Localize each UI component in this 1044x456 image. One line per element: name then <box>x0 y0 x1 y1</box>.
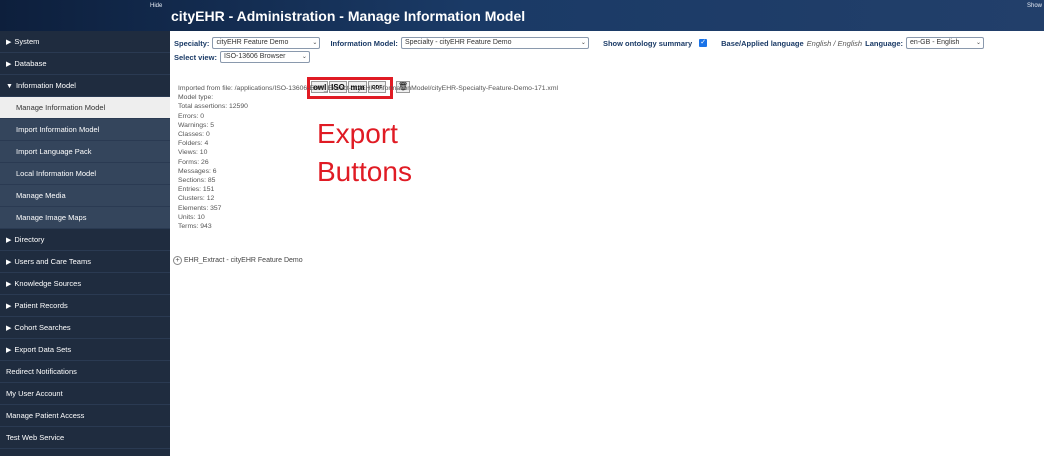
sidebar-item-manage-information-model[interactable]: Manage Information Model <box>0 97 170 119</box>
sidebar-nav: ▶ System ▶ Database ▼ Information Model Manage… <box>0 31 170 456</box>
summary-line: Entries: 151 <box>178 186 215 194</box>
model-summary: Imported from file: /applications/ISO-13… <box>178 84 558 231</box>
sidebar-item-label: Import Language Pack <box>16 147 92 156</box>
sidebar-item-system[interactable]: ▶ System <box>0 31 170 53</box>
sidebar-item-label: Directory <box>14 235 45 244</box>
main-content: Specialty: cityEHR Feature Demo ⌄ Inform… <box>170 31 1044 456</box>
triangle-right-icon: ▶ <box>6 61 12 68</box>
summary-line: Errors: 0 <box>178 112 205 120</box>
chevron-down-icon: ⌄ <box>976 40 982 46</box>
summary-line: Terms: 943 <box>178 223 212 231</box>
sidebar-item-local-information-model[interactable]: Local Information Model <box>0 163 170 185</box>
specialty-select-value: cityEHR Feature Demo <box>216 39 289 46</box>
sidebar-item-export-data-sets[interactable]: ▶ Export Data Sets <box>0 339 170 361</box>
app-header: Hide cityEHR - Administration - Manage I… <box>0 0 1044 31</box>
sidebar-item-knowledge-sources[interactable]: ▶ Knowledge Sources <box>0 273 170 295</box>
triangle-right-icon: ▶ <box>6 347 12 354</box>
language-select-value: en-GB - English <box>910 39 960 46</box>
view-select-value: ISO-13606 Browser <box>223 53 286 60</box>
sidebar-item-manage-patient-access[interactable]: Manage Patient Access <box>0 405 170 427</box>
sidebar-item-label: Test Web Service <box>6 433 65 442</box>
sidebar-item-label: System <box>14 37 40 46</box>
language-label: Base/Applied language <box>721 38 804 48</box>
sidebar-item-label: Import Information Model <box>16 125 100 134</box>
summary-line: Classes: 0 <box>178 131 210 139</box>
sidebar-item-manage-media[interactable]: Manage Media <box>0 185 170 207</box>
triangle-right-icon: ▶ <box>6 325 12 332</box>
hide-sidebar-link[interactable]: Hide <box>150 3 162 9</box>
expand-plus-icon[interactable]: + <box>173 256 182 265</box>
summary-line: Total assertions: 12590 <box>178 103 248 111</box>
chevron-down-icon: ⌄ <box>312 40 318 46</box>
sidebar-item-information-model[interactable]: ▼ Information Model <box>0 75 170 97</box>
sidebar-item-label: Manage Patient Access <box>6 411 85 420</box>
controls-row-1: Specialty: cityEHR Feature Demo ⌄ Inform… <box>174 37 985 49</box>
summary-line: Units: 10 <box>178 213 205 221</box>
triangle-right-icon: ▶ <box>6 281 12 288</box>
language-value: English / English <box>806 38 863 48</box>
language-select-label: Language: <box>865 38 904 48</box>
summary-line: Imported from file: /applications/ISO-13… <box>178 85 559 92</box>
sidebar-item-manage-image-maps[interactable]: Manage Image Maps <box>0 207 170 229</box>
summary-line: Model type: <box>178 94 214 102</box>
tree-root-label[interactable]: EHR_Extract - cityEHR Feature Demo <box>184 257 303 264</box>
ontology-summary-checkbox[interactable]: ✓ <box>699 39 708 47</box>
sidebar-item-label: Database <box>14 59 47 68</box>
chevron-down-icon: ⌄ <box>580 40 586 46</box>
sidebar-item-cohort-searches[interactable]: ▶ Cohort Searches <box>0 317 170 339</box>
summary-line: Elements: 357 <box>178 204 222 212</box>
summary-line: Clusters: 12 <box>178 195 215 203</box>
ontology-summary-label: Show ontology summary <box>602 38 693 48</box>
sidebar-item-label: Patient Records <box>14 301 68 310</box>
triangle-down-icon: ▼ <box>6 83 13 90</box>
show-link[interactable]: Show <box>1027 3 1042 9</box>
view-select[interactable]: ISO-13606 Browser ⌄ <box>219 51 310 63</box>
sidebar-item-label: Redirect Notifications <box>6 367 77 376</box>
sidebar-item-label: My User Account <box>6 389 63 398</box>
summary-line: Forms: 26 <box>178 158 209 166</box>
summary-line: Warnings: 5 <box>178 121 215 129</box>
sidebar-item-users-and-care-teams[interactable]: ▶ Users and Care Teams <box>0 251 170 273</box>
triangle-right-icon: ▶ <box>6 259 12 266</box>
specialty-label: Specialty: <box>174 38 210 48</box>
page-title: cityEHR - Administration - Manage Inform… <box>171 8 526 24</box>
sidebar-item-label: Users and Care Teams <box>14 257 91 266</box>
summary-line: Messages: 6 <box>178 167 217 175</box>
sidebar-item-patient-records[interactable]: ▶ Patient Records <box>0 295 170 317</box>
sidebar-item-label: Cohort Searches <box>14 323 71 332</box>
information-model-select-value: Specialty - cityEHR Feature Demo <box>404 39 512 46</box>
sidebar-item-label: Manage Image Maps <box>16 213 87 222</box>
controls-row-2: Select view: ISO-13606 Browser ⌄ <box>174 51 310 63</box>
sidebar-item-test-web-service[interactable]: Test Web Service <box>0 427 170 449</box>
sidebar-item-database[interactable]: ▶ Database <box>0 53 170 75</box>
chevron-down-icon: ⌄ <box>301 54 307 60</box>
view-label: Select view: <box>174 52 217 62</box>
sidebar-item-label: Local Information Model <box>16 169 97 178</box>
sidebar-item-directory[interactable]: ▶ Directory <box>0 229 170 251</box>
sidebar-item-label: Export Data Sets <box>14 345 72 354</box>
triangle-right-icon: ▶ <box>6 303 12 310</box>
language-select[interactable]: en-GB - English ⌄ <box>906 37 985 49</box>
information-model-select[interactable]: Specialty - cityEHR Feature Demo ⌄ <box>400 37 589 49</box>
summary-line: Sections: 85 <box>178 177 216 185</box>
summary-line: Views: 10 <box>178 149 208 157</box>
model-tree: + EHR_Extract - cityEHR Feature Demo <box>173 256 303 265</box>
sidebar-item-my-user-account[interactable]: My User Account <box>0 383 170 405</box>
information-model-label: Information Model: <box>330 38 398 48</box>
sidebar-item-redirect-notifications[interactable]: Redirect Notifications <box>0 361 170 383</box>
triangle-right-icon: ▶ <box>6 39 12 46</box>
sidebar-item-label: Manage Information Model <box>16 103 106 112</box>
sidebar-item-label: Manage Media <box>16 191 66 200</box>
sidebar-item-import-information-model[interactable]: Import Information Model <box>0 119 170 141</box>
summary-line: Folders: 4 <box>178 140 209 148</box>
sidebar-item-import-language-pack[interactable]: Import Language Pack <box>0 141 170 163</box>
specialty-select[interactable]: cityEHR Feature Demo ⌄ <box>212 37 321 49</box>
sidebar-item-label: Information Model <box>15 81 76 90</box>
triangle-right-icon: ▶ <box>6 237 12 244</box>
sidebar-item-label: Knowledge Sources <box>14 279 82 288</box>
